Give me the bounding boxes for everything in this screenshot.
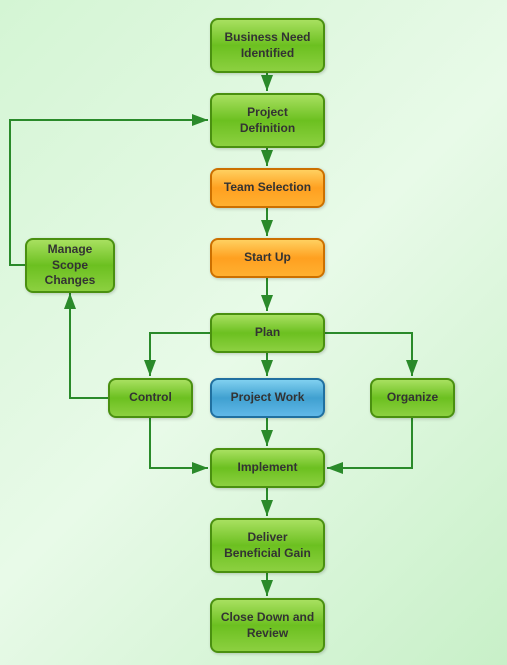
control-box: Control bbox=[108, 378, 193, 418]
team-selection-box: Team Selection bbox=[210, 168, 325, 208]
plan-box: Plan bbox=[210, 313, 325, 353]
manage-scope-box: Manage ScopeChanges bbox=[25, 238, 115, 293]
organize-box: Organize bbox=[370, 378, 455, 418]
deliver-box: DeliverBeneficial Gain bbox=[210, 518, 325, 573]
project-work-box: Project Work bbox=[210, 378, 325, 418]
project-definition-box: ProjectDefinition bbox=[210, 93, 325, 148]
diagram: Business Need Identified ProjectDefiniti… bbox=[0, 0, 507, 665]
business-need-box: Business Need Identified bbox=[210, 18, 325, 73]
implement-box: Implement bbox=[210, 448, 325, 488]
closedown-box: Close Down andReview bbox=[210, 598, 325, 653]
startup-box: Start Up bbox=[210, 238, 325, 278]
